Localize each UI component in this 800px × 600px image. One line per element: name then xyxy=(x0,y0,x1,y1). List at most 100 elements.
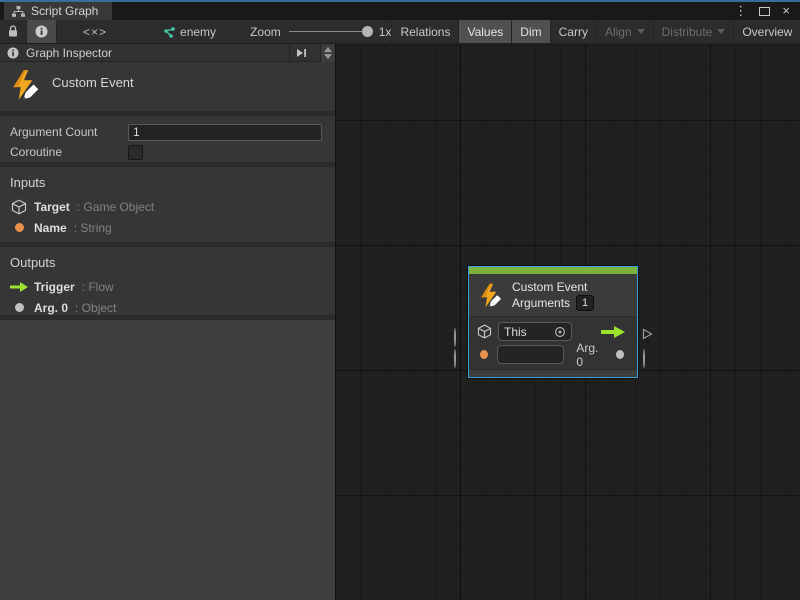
name-input[interactable] xyxy=(497,345,564,364)
node-row-arg0: Arg. 0 xyxy=(469,343,637,366)
dim-button[interactable]: Dim xyxy=(512,20,550,43)
dock-panel-button[interactable] xyxy=(289,44,313,62)
node-arguments-label: Arguments xyxy=(512,296,570,310)
lock-icon xyxy=(8,25,18,38)
coroutine-checkbox[interactable] xyxy=(128,145,143,160)
string-port-icon[interactable] xyxy=(480,350,488,359)
outputs-heading: Outputs xyxy=(0,253,335,276)
overview-button[interactable]: Overview xyxy=(734,20,800,43)
distribute-label: Distribute xyxy=(662,25,713,39)
node-event-colorbar xyxy=(469,267,637,274)
maximize-icon[interactable] xyxy=(759,7,770,16)
align-button[interactable]: Align xyxy=(597,20,654,43)
flow-output-arrow-icon[interactable] xyxy=(601,326,625,338)
custom-event-node[interactable]: Custom Event Arguments 1 xyxy=(468,266,638,378)
graph-inspector-title: Graph Inspector xyxy=(26,46,112,60)
object-port-icon xyxy=(15,303,24,312)
stepper-up-icon[interactable] xyxy=(324,47,332,52)
lock-button[interactable] xyxy=(0,20,27,43)
string-port-icon xyxy=(15,223,24,232)
target-value: This xyxy=(504,325,554,339)
cube-icon xyxy=(11,199,27,215)
graph-name: enemy xyxy=(180,25,216,39)
chevron-down-icon xyxy=(717,29,725,34)
chevron-down-icon xyxy=(637,29,645,34)
inspector-toggle-button[interactable] xyxy=(27,20,57,43)
port-type: : Game Object xyxy=(77,200,154,214)
node-header[interactable]: Custom Event Arguments 1 xyxy=(469,274,637,317)
arg0-label: Arg. 0 xyxy=(576,341,605,369)
graph-breadcrumb[interactable]: enemy xyxy=(153,20,224,43)
port-type: : Object xyxy=(75,301,116,315)
zoom-slider[interactable] xyxy=(289,31,371,32)
panel-stepper[interactable] xyxy=(320,44,335,62)
main-area: Graph Inspector xyxy=(0,44,800,600)
port-row-target: Target : Game Object xyxy=(0,196,335,217)
target-dropdown[interactable]: This xyxy=(498,322,572,341)
zoom-slider-handle[interactable] xyxy=(362,26,373,37)
flow-arrow-icon xyxy=(10,282,28,292)
port-circle-icon xyxy=(454,349,456,368)
inputs-section: Inputs Target : Game Object Name : Strin… xyxy=(0,167,335,242)
stepper-down-icon[interactable] xyxy=(324,54,332,59)
unit-title: Custom Event xyxy=(52,75,134,90)
node-title: Custom Event xyxy=(512,280,594,294)
output-port-arg0[interactable] xyxy=(643,350,645,368)
tab-script-graph[interactable]: Script Graph xyxy=(4,2,112,20)
port-name: Arg. 0 xyxy=(34,301,68,315)
info-icon xyxy=(35,25,48,38)
script-graph-icon xyxy=(12,6,25,17)
custom-event-icon xyxy=(477,282,504,309)
port-name: Name xyxy=(34,221,67,235)
relations-button[interactable]: Relations xyxy=(391,20,459,43)
close-icon[interactable]: × xyxy=(782,3,790,19)
port-name: Target xyxy=(34,200,70,214)
outputs-section: Outputs Trigger : Flow Arg. 0 : Object xyxy=(0,247,335,315)
port-type: : String xyxy=(74,221,112,235)
custom-event-node-wrap: Custom Event Arguments 1 xyxy=(468,266,638,378)
port-triangle-icon xyxy=(642,328,653,340)
output-port-trigger[interactable] xyxy=(642,327,653,345)
node-footer xyxy=(469,369,637,377)
coroutine-label: Coroutine xyxy=(10,145,128,159)
window-controls: ⋮ × xyxy=(734,2,800,20)
values-label: Values xyxy=(467,25,503,39)
node-row-target: This xyxy=(469,320,637,343)
port-circle-icon xyxy=(643,349,645,368)
code-preview-button[interactable]: <×> xyxy=(75,20,115,43)
argument-count-input[interactable] xyxy=(128,124,322,141)
port-row-name: Name : String xyxy=(0,217,335,238)
carry-label: Carry xyxy=(559,25,588,39)
object-picker-icon[interactable] xyxy=(554,326,566,338)
unit-title-section: Custom Event xyxy=(0,62,335,111)
node-body: This xyxy=(469,317,637,369)
values-button[interactable]: Values xyxy=(459,20,512,43)
graph-canvas[interactable]: Custom Event Arguments 1 xyxy=(335,44,800,600)
port-row-trigger: Trigger : Flow xyxy=(0,276,335,297)
zoom-label: Zoom xyxy=(250,25,281,39)
object-port-icon[interactable] xyxy=(616,350,624,359)
relations-label: Relations xyxy=(400,25,450,39)
node-arguments-value[interactable]: 1 xyxy=(576,295,594,311)
input-port-name[interactable] xyxy=(454,350,456,368)
graph-inspector-panel: Graph Inspector xyxy=(0,44,335,600)
argument-count-label: Argument Count xyxy=(10,125,128,139)
title-bar: Script Graph ⋮ × xyxy=(0,0,800,20)
coroutine-row: Coroutine xyxy=(0,142,335,162)
port-circle-icon xyxy=(454,328,456,347)
graph-toolbar: <×> enemy Zoom 1x Relations Values xyxy=(0,20,800,44)
inspector-empty-area xyxy=(0,315,335,600)
info-icon xyxy=(7,47,19,59)
carry-button[interactable]: Carry xyxy=(551,20,597,43)
graph-network-icon xyxy=(161,26,175,38)
zoom-value: 1x xyxy=(379,25,392,39)
align-label: Align xyxy=(605,25,632,39)
window-menu-icon[interactable]: ⋮ xyxy=(734,3,747,19)
distribute-button[interactable]: Distribute xyxy=(654,20,735,43)
port-type: : Flow xyxy=(82,280,114,294)
graph-inspector-header: Graph Inspector xyxy=(0,44,335,62)
toolbar-right-group: Relations Values Dim Carry Align Distrib… xyxy=(391,20,800,43)
input-port-target[interactable] xyxy=(454,329,456,347)
argument-count-row: Argument Count xyxy=(0,122,335,142)
cube-icon xyxy=(477,324,492,339)
